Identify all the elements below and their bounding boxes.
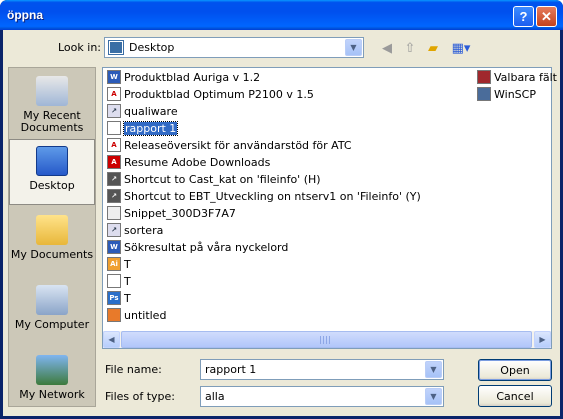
snippet-icon (107, 206, 121, 220)
place-my-network[interactable]: My Network (9, 349, 95, 415)
pdf-icon: A (107, 87, 121, 101)
image-file-icon (107, 308, 121, 322)
place-label: My Network (19, 388, 85, 401)
file-type-dropdown[interactable]: alla ▼ (200, 386, 444, 407)
scroll-right-icon[interactable]: ▶ (534, 331, 551, 348)
file-name: untitled (124, 308, 167, 322)
open-button[interactable]: Open (478, 359, 552, 381)
scroll-thumb[interactable] (121, 331, 532, 348)
up-folder-icon[interactable]: ⇧ (401, 39, 419, 57)
list-item[interactable]: WinSCP (477, 86, 536, 102)
new-folder-icon[interactable]: ▰ (424, 39, 442, 57)
my-documents-icon (36, 215, 68, 245)
word-doc-icon: W (107, 240, 121, 254)
close-button[interactable]: ✕ (536, 6, 557, 27)
list-item[interactable]: A Resume Adobe Downloads (107, 154, 270, 170)
list-item[interactable]: ↗ Shortcut to EBT_Utveckling on ntserv1 … (107, 188, 421, 204)
recent-documents-icon (36, 76, 68, 106)
list-item[interactable]: untitled (107, 307, 166, 323)
list-item[interactable]: W Produktblad Auriga v 1.2 (107, 69, 260, 85)
file-name: Shortcut to Cast_kat on 'fileinfo' (H) (124, 172, 321, 186)
chevron-down-icon[interactable]: ▼ (425, 361, 442, 378)
file-name: Releaseöversikt för användarstöd för ATC (124, 138, 352, 152)
my-computer-icon (36, 285, 68, 315)
grip-icon (320, 336, 330, 344)
file-name: Shortcut to EBT_Utveckling on ntserv1 on… (124, 189, 421, 203)
file-name: T (124, 257, 131, 271)
shortcut-icon: ↗ (107, 223, 121, 237)
look-in-dropdown[interactable]: Desktop ▼ (104, 37, 364, 58)
place-my-recent-documents[interactable]: My Recent Documents (9, 70, 95, 136)
look-in-label: Look in: (58, 41, 101, 54)
my-network-icon (36, 355, 68, 385)
place-my-documents[interactable]: My Documents (9, 209, 95, 275)
list-item[interactable]: Ps T (107, 290, 131, 306)
list-item-selected[interactable]: rapport 1 (107, 120, 179, 136)
window-title: öppna (7, 8, 43, 22)
list-item[interactable]: Snippet_300D3F7A7 (107, 205, 236, 221)
text-file-icon (107, 274, 121, 288)
file-name: T (124, 291, 131, 305)
network-shortcut-icon: ↗ (107, 172, 121, 186)
winscp-icon (477, 87, 491, 101)
list-item[interactable]: A Releaseöversikt för användarstöd för A… (107, 137, 352, 153)
views-menu-icon[interactable]: ▦▾ (449, 39, 473, 57)
file-name: rapport 1 (122, 120, 179, 136)
file-name: Produktblad Auriga v 1.2 (124, 70, 261, 84)
file-name: WinSCP (494, 87, 536, 101)
list-item[interactable]: ↗ Shortcut to Cast_kat on 'fileinfo' (H) (107, 171, 321, 187)
file-name: Snippet_300D3F7A7 (124, 206, 236, 220)
dialog-body: Look in: Desktop ▼ ◀ ⇧ ▰ ▦▾ My Recent Do… (3, 30, 560, 416)
place-label: My Documents (10, 248, 94, 261)
list-item[interactable]: T (107, 273, 131, 289)
place-label: My Recent Documents (20, 109, 84, 134)
list-item[interactable]: W Sökresultat på våra nyckelord (107, 239, 288, 255)
help-button[interactable]: ? (513, 6, 534, 27)
list-item[interactable]: Ai T (107, 256, 131, 272)
file-name: Sökresultat på våra nyckelord (124, 240, 289, 254)
cancel-button[interactable]: Cancel (478, 385, 552, 407)
place-label: My Computer (14, 318, 90, 331)
look-in-value: Desktop (129, 41, 175, 54)
adobe-icon: A (107, 155, 121, 169)
file-list[interactable]: W Produktblad Auriga v 1.2 A Produktblad… (102, 67, 557, 349)
file-name: qualiware (124, 104, 178, 118)
open-dialog: öppna ? ✕ Look in: Desktop ▼ ◀ ⇧ ▰ ▦▾ My… (0, 0, 563, 419)
chevron-down-icon[interactable]: ▼ (345, 39, 362, 56)
file-name: Resume Adobe Downloads (124, 155, 271, 169)
list-item[interactable]: Valbara fält (477, 69, 557, 85)
file-name: Valbara fält (494, 70, 557, 84)
list-item[interactable]: ↗ qualiware (107, 103, 178, 119)
desktop-small-icon (108, 40, 124, 55)
place-desktop[interactable]: Desktop (9, 139, 95, 205)
file-name: Produktblad Optimum P2100 v 1.5 (124, 87, 314, 101)
illustrator-icon: Ai (107, 257, 121, 271)
chevron-down-icon[interactable]: ▼ (425, 388, 442, 405)
shortcut-icon: ↗ (107, 104, 121, 118)
list-item[interactable]: A Produktblad Optimum P2100 v 1.5 (107, 86, 314, 102)
horizontal-scrollbar[interactable]: ◀ ▶ (103, 331, 551, 348)
file-type-value: alla (205, 390, 225, 403)
file-name-label: File name: (105, 363, 162, 376)
file-name-value: rapport 1 (205, 363, 257, 376)
back-icon[interactable]: ◀ (378, 39, 396, 57)
file-name-field[interactable]: rapport 1 ▼ (200, 359, 444, 380)
pdf-icon: A (107, 138, 121, 152)
word-doc-icon: W (107, 70, 121, 84)
access-icon (477, 70, 491, 84)
place-my-computer[interactable]: My Computer (9, 279, 95, 345)
network-shortcut-icon: ↗ (107, 189, 121, 203)
place-label: Desktop (29, 179, 75, 192)
desktop-icon (36, 146, 68, 176)
file-name: T (124, 274, 131, 288)
scroll-left-icon[interactable]: ◀ (103, 331, 120, 348)
title-bar[interactable]: öppna ? ✕ (0, 0, 563, 30)
file-type-label: Files of type: (105, 390, 176, 403)
places-bar: My Recent Documents Desktop My Documents… (8, 67, 96, 407)
file-name: sortera (124, 223, 164, 237)
photoshop-icon: Ps (107, 291, 121, 305)
text-file-icon (107, 121, 121, 135)
list-item[interactable]: ↗ sortera (107, 222, 163, 238)
